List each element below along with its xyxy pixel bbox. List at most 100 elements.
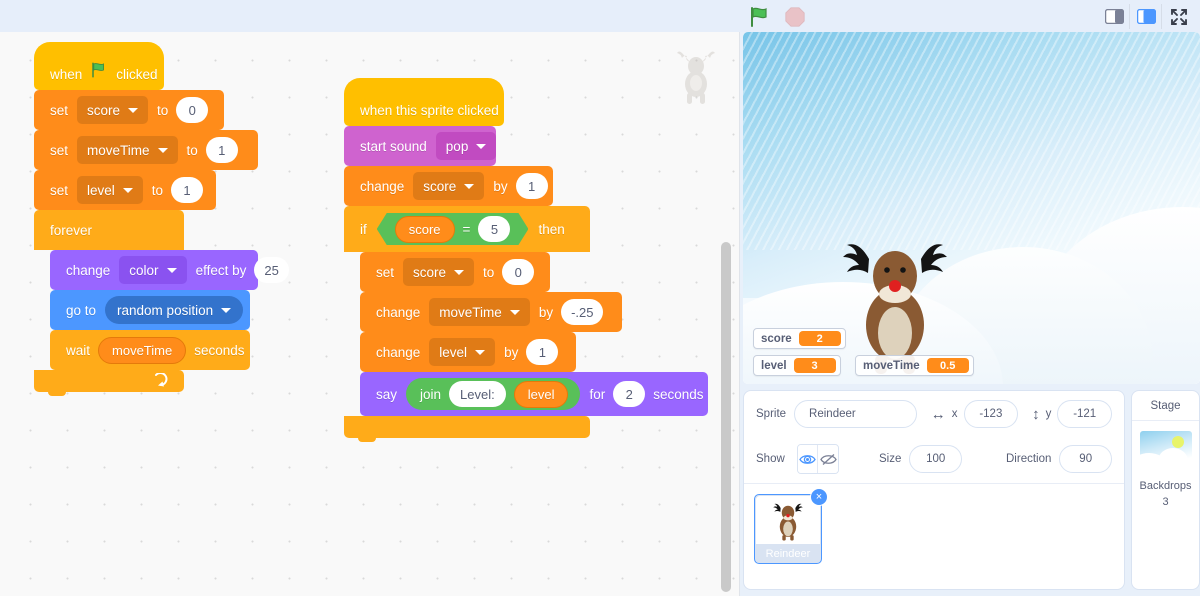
input-equals-right[interactable]: 5 (478, 216, 510, 242)
forever-children: change color effect by 25 go to random p… (50, 250, 289, 374)
block-set-level[interactable]: set level to 1 (34, 170, 216, 214)
block-set-score[interactable]: set score to 0 (34, 90, 224, 134)
block-label-by: by (538, 304, 554, 320)
small-stage-button[interactable] (1100, 4, 1130, 29)
block-wait-seconds[interactable]: wait moveTime seconds (50, 330, 250, 374)
block-label-if: if (360, 221, 367, 237)
block-label-start-sound: start sound (360, 138, 427, 154)
block-change-level[interactable]: change level by 1 (360, 332, 576, 376)
dropdown-variable-score[interactable]: score (413, 172, 485, 200)
dropdown-variable-score[interactable]: score (403, 258, 475, 286)
forever-body: change color effect by 25 go to random p… (34, 250, 289, 374)
input-set-score-value[interactable]: 0 (176, 97, 209, 123)
backdrop-hill (1157, 448, 1188, 471)
block-label-join: join (420, 386, 442, 402)
input-change-movetime-value[interactable]: -.25 (561, 299, 604, 325)
x-input[interactable]: -123 (963, 400, 1019, 428)
block-label-when-sprite-clicked: when this sprite clicked (360, 103, 499, 118)
reporter-score[interactable]: score (395, 216, 455, 243)
block-forever[interactable]: forever change color effect by 25 go to … (34, 210, 289, 396)
block-change-score[interactable]: change score by 1 (344, 166, 553, 210)
input-effect-amount[interactable]: 25 (254, 257, 289, 283)
dropdown-variable-level[interactable]: level (429, 338, 496, 366)
stop-icon[interactable] (784, 6, 806, 28)
reporter-level[interactable]: level (513, 380, 569, 408)
reporter-movetime[interactable]: moveTime (98, 336, 187, 364)
input-change-score-value[interactable]: 1 (515, 173, 548, 199)
size-input[interactable]: 100 (909, 445, 962, 473)
code-workspace[interactable]: when clicked set score to 0 set moveTime (0, 32, 740, 596)
code-area-scrollbar[interactable] (721, 242, 731, 592)
input-change-level-value[interactable]: 1 (526, 339, 559, 365)
monitor-label: level (761, 359, 787, 372)
block-say-for-seconds[interactable]: say join Level: level for 2 seconds (360, 372, 708, 420)
stage-selector-panel[interactable]: Stage Backdrops 3 (1131, 390, 1200, 590)
block-set-score-zero[interactable]: set score to 0 (360, 252, 550, 296)
block-start-sound[interactable]: start sound pop (344, 126, 497, 170)
block-forever-header[interactable]: forever (34, 210, 184, 250)
sprite-tile-reindeer[interactable]: × Reindeer (754, 488, 828, 564)
block-go-to-random[interactable]: go to random position (50, 290, 250, 334)
block-when-sprite-clicked[interactable]: when this sprite clicked (344, 78, 504, 130)
dropdown-variable-movetime[interactable]: moveTime (77, 136, 178, 164)
script-green-flag[interactable]: when clicked set score to 0 set moveTime (34, 42, 289, 396)
sprite-info-row-2: Show Size 100 Direction 90 (744, 437, 1124, 481)
boolean-equals[interactable]: score = 5 (377, 213, 529, 245)
block-change-movetime[interactable]: change moveTime by -.25 (360, 292, 622, 336)
input-set-movetime-value[interactable]: 1 (205, 137, 238, 163)
top-toolbar (0, 0, 1200, 32)
block-set-movetime[interactable]: set moveTime to 1 (34, 130, 258, 174)
dropdown-effect-color[interactable]: color (119, 256, 187, 284)
input-set-score-value[interactable]: 0 (502, 259, 535, 285)
dropdown-variable-score[interactable]: score (77, 96, 149, 124)
block-if-header[interactable]: if score = 5 then (344, 206, 590, 252)
y-input[interactable]: -121 (1057, 400, 1113, 428)
block-label-change: change (66, 262, 111, 278)
dropdown-sound-pop[interactable]: pop (435, 132, 497, 160)
input-say-seconds[interactable]: 2 (613, 381, 646, 407)
if-children: set score to 0 change moveTime by -.25 c… (360, 252, 708, 420)
operator-equals-symbol: = (462, 221, 471, 237)
stage-controls (748, 5, 806, 29)
dropdown-variable-level[interactable]: level (77, 176, 143, 204)
block-label-seconds: seconds (194, 342, 245, 358)
monitor-level[interactable]: level 3 (753, 355, 841, 376)
sprite-thumbnail (756, 496, 820, 544)
fullscreen-button[interactable] (1164, 4, 1194, 29)
eye-slash-icon[interactable] (818, 445, 838, 473)
monitor-movetime[interactable]: moveTime 0.5 (855, 355, 974, 376)
direction-input[interactable]: 90 (1059, 445, 1113, 473)
script-sprite-clicked[interactable]: when this sprite clicked start sound pop… (344, 78, 708, 442)
input-set-level-value[interactable]: 1 (171, 177, 204, 203)
large-stage-button[interactable] (1132, 4, 1162, 29)
green-flag-icon[interactable] (748, 5, 772, 29)
block-label-change: change (360, 178, 405, 194)
monitor-value: 2 (798, 331, 841, 346)
operator-join[interactable]: join Level: level (406, 378, 581, 410)
chevron-down-icon (475, 349, 486, 355)
dropdown-variable-movetime[interactable]: moveTime (429, 298, 530, 326)
backdrop-thumbnail[interactable] (1139, 431, 1192, 471)
block-label-go-to: go to (66, 302, 97, 318)
stage-area[interactable]: score 2 level 3 moveTime 0.5 (743, 32, 1200, 384)
block-label-forever: forever (50, 222, 93, 238)
if-footer (344, 416, 590, 442)
block-change-color-effect[interactable]: change color effect by 25 (50, 250, 289, 294)
delete-sprite-icon[interactable]: × (810, 488, 828, 506)
block-label-to: to (157, 102, 169, 118)
block-if-then[interactable]: if score = 5 then set score to 0 change … (344, 206, 708, 442)
dropdown-go-to-target[interactable]: random position (105, 296, 244, 324)
chevron-down-icon (128, 107, 139, 113)
stage-canvas[interactable]: score 2 level 3 moveTime 0.5 (743, 32, 1200, 384)
eye-icon[interactable] (797, 445, 819, 473)
block-when-flag-clicked[interactable]: when clicked (34, 42, 164, 94)
input-join-text[interactable]: Level: (449, 381, 506, 407)
reindeer-sprite[interactable] (835, 229, 955, 374)
monitor-score[interactable]: score 2 (753, 328, 846, 349)
sprite-name-input[interactable]: Reindeer (794, 400, 917, 428)
stage-size-controls (1100, 4, 1194, 29)
block-label-change: change (376, 344, 421, 360)
block-label-effect-by: effect by (195, 262, 247, 278)
show-toggle-group (796, 444, 839, 474)
chevron-down-icon (464, 183, 475, 189)
